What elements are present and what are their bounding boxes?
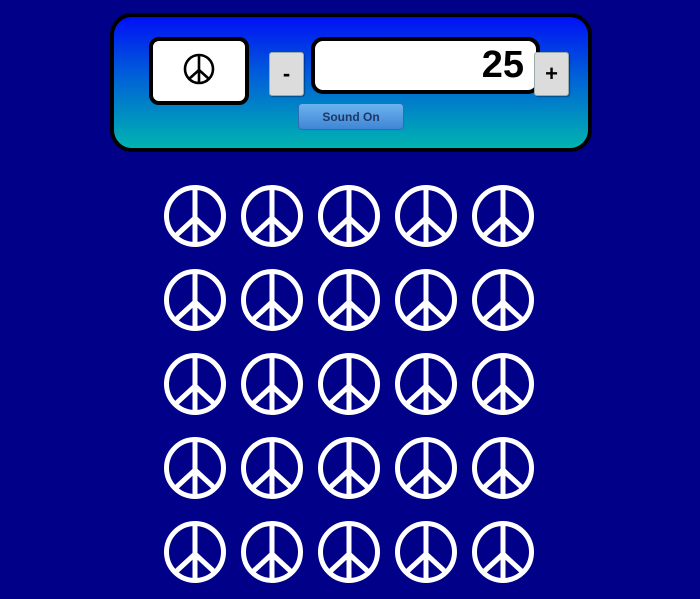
peace-sign-icon — [240, 185, 303, 247]
peace-sign-icon — [394, 437, 457, 499]
peace-sign-icon — [183, 53, 215, 90]
grid-cell[interactable] — [310, 174, 387, 258]
peace-sign-icon — [317, 437, 380, 499]
selected-symbol-box[interactable] — [149, 37, 249, 105]
grid-cell[interactable] — [156, 426, 233, 510]
grid-cell[interactable] — [233, 426, 310, 510]
peace-sign-icon — [394, 353, 457, 415]
grid-cell[interactable] — [464, 510, 541, 594]
peace-sign-icon — [317, 269, 380, 331]
grid-cell[interactable] — [156, 510, 233, 594]
peace-sign-icon — [317, 185, 380, 247]
grid-cell[interactable] — [310, 426, 387, 510]
peace-sign-icon — [163, 185, 226, 247]
grid-cell[interactable] — [310, 258, 387, 342]
peace-sign-icon — [394, 185, 457, 247]
grid-cell[interactable] — [387, 342, 464, 426]
grid-cell[interactable] — [387, 174, 464, 258]
peace-sign-icon — [394, 521, 457, 583]
grid-cell[interactable] — [464, 426, 541, 510]
peace-sign-icon — [471, 521, 534, 583]
count-display: 25 — [311, 37, 540, 94]
grid-cell[interactable] — [387, 258, 464, 342]
grid-cell[interactable] — [464, 342, 541, 426]
grid-cell[interactable] — [233, 258, 310, 342]
grid-cell[interactable] — [233, 510, 310, 594]
increment-button[interactable]: + — [534, 52, 569, 96]
grid-cell[interactable] — [156, 258, 233, 342]
grid-cell[interactable] — [233, 342, 310, 426]
peace-sign-icon — [163, 521, 226, 583]
peace-sign-icon — [471, 353, 534, 415]
sound-toggle-button[interactable]: Sound On — [298, 103, 404, 130]
peace-sign-icon — [394, 269, 457, 331]
grid-cell[interactable] — [156, 174, 233, 258]
grid-cell[interactable] — [310, 342, 387, 426]
peace-sign-icon — [471, 185, 534, 247]
grid-cell[interactable] — [464, 174, 541, 258]
decrement-button[interactable]: - — [269, 52, 304, 96]
peace-sign-icon — [163, 269, 226, 331]
peace-sign-icon — [240, 437, 303, 499]
peace-sign-icon — [240, 269, 303, 331]
peace-sign-icon — [163, 437, 226, 499]
grid-cell[interactable] — [310, 510, 387, 594]
symbol-grid — [156, 174, 541, 594]
grid-cell[interactable] — [387, 510, 464, 594]
grid-cell[interactable] — [387, 426, 464, 510]
peace-sign-icon — [471, 437, 534, 499]
grid-cell[interactable] — [464, 258, 541, 342]
control-panel: - 25 + Sound On — [110, 13, 592, 152]
peace-sign-icon — [471, 269, 534, 331]
grid-cell[interactable] — [156, 342, 233, 426]
peace-sign-icon — [317, 353, 380, 415]
peace-sign-icon — [240, 521, 303, 583]
peace-sign-icon — [240, 353, 303, 415]
grid-cell[interactable] — [233, 174, 310, 258]
peace-sign-icon — [163, 353, 226, 415]
peace-sign-icon — [317, 521, 380, 583]
